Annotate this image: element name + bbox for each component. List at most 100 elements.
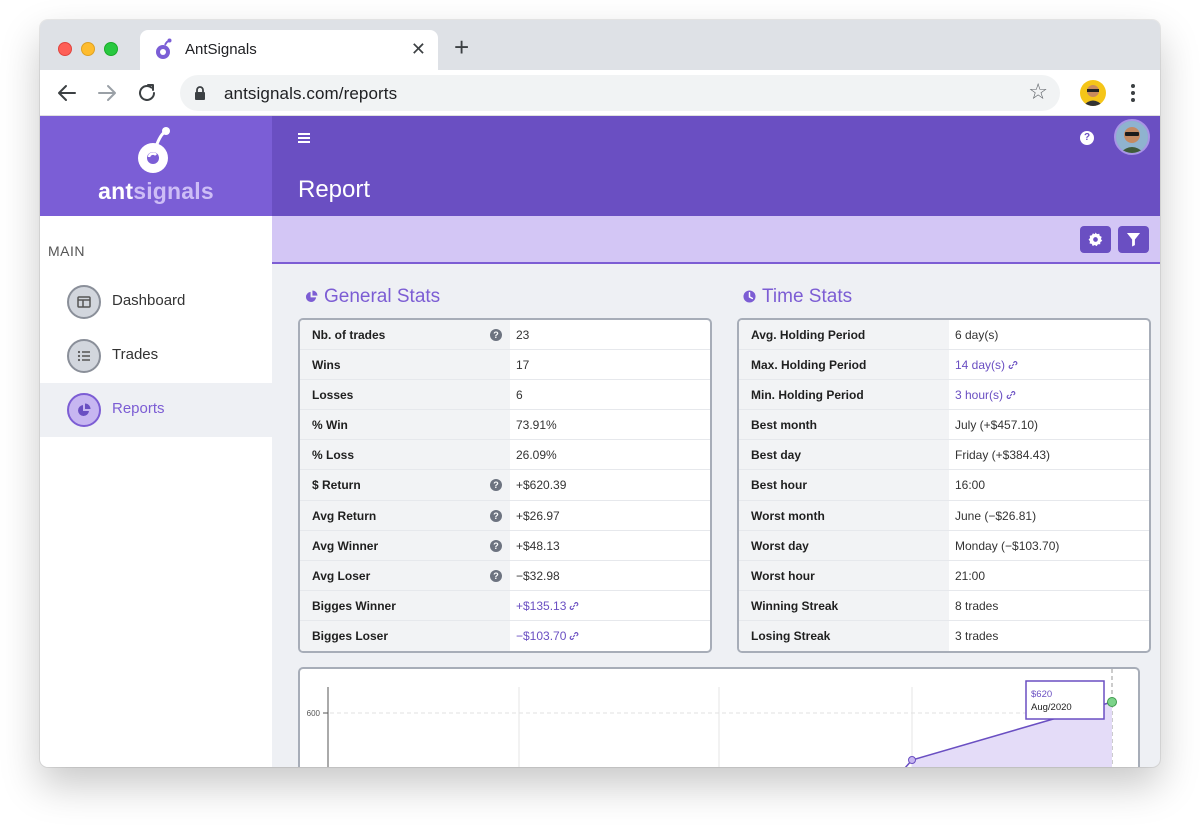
sidebar-item-reports[interactable]: Reports [40, 383, 272, 437]
browser-menu-icon[interactable] [1124, 82, 1142, 104]
filter-button[interactable] [1118, 226, 1149, 253]
stat-value[interactable]: 3 hour(s) [949, 380, 1149, 409]
brand-area[interactable]: antsignals [40, 116, 272, 216]
help-icon[interactable]: ? [490, 509, 502, 522]
stat-label: Avg Return? [300, 500, 510, 530]
tab-title: AntSignals [185, 41, 257, 58]
reload-icon[interactable] [134, 80, 160, 106]
stat-value[interactable]: −$103.70 [510, 621, 710, 651]
antsignals-logo-icon [138, 127, 170, 173]
stat-value: −$32.98 [510, 561, 710, 590]
stat-value: +$620.39 [510, 470, 710, 499]
browser-tab[interactable]: AntSignals ✕ [140, 30, 438, 70]
stat-label-text: Avg Winner [312, 538, 379, 553]
stat-value-text: 14 day(s) [955, 358, 1006, 373]
stat-value-text: +$48.13 [516, 538, 560, 553]
forward-arrow-icon[interactable] [94, 80, 120, 106]
stat-label: Winning Streak [739, 590, 949, 620]
stat-label-text: $ Return [312, 478, 361, 493]
table-row: Nb. of trades? 23 [300, 320, 710, 351]
sidebar-section-main: MAIN [48, 243, 85, 259]
stat-label-text: Wins [312, 358, 341, 373]
stat-value-text: 16:00 [955, 478, 986, 493]
table-row: Losses 6 [300, 380, 710, 411]
table-row: Best day Friday (+$384.43) [739, 440, 1149, 471]
stat-label: Avg Winner? [300, 530, 510, 560]
brand-name-part-1: ant [98, 178, 134, 204]
gear-icon [1088, 232, 1103, 247]
time-stats-table: Avg. Holding Period 6 day(s) Max. Holding … [737, 318, 1151, 653]
stat-value: 6 [510, 380, 710, 409]
general-stats-table: Nb. of trades? 23 Wins 17 Losses 6 % Win 73.91%… [298, 318, 712, 653]
stat-label: Worst hour [739, 560, 949, 590]
sidebar-item-trades[interactable]: Trades [40, 329, 272, 383]
user-avatar[interactable] [1114, 119, 1150, 155]
stat-value-text: 6 [516, 388, 523, 403]
table-row: Best month July (+$457.10) [739, 410, 1149, 441]
return-chart: 600 $620 Aug/2020 [298, 667, 1140, 767]
sidebar-item-label: Trades [112, 346, 159, 363]
table-row: Max. Holding Period 14 day(s) [739, 350, 1149, 381]
stat-value-text: +$135.13 [516, 598, 567, 613]
stat-label: Worst month [739, 500, 949, 530]
time-stats-title-text: Time Stats [762, 286, 853, 307]
stat-value-text: Monday (−$103.70) [955, 538, 1060, 553]
stat-value-text: 8 trades [955, 598, 999, 613]
stat-value: 6 day(s) [949, 320, 1149, 349]
sidebar-item-dashboard[interactable]: Dashboard [40, 275, 272, 329]
data-point[interactable] [908, 756, 916, 764]
stat-label: Wins [300, 350, 510, 380]
stat-value: 16:00 [949, 470, 1149, 499]
pie-chart-icon [305, 290, 318, 303]
new-tab-button[interactable]: + [454, 34, 469, 60]
browser-window: AntSignals ✕ + antsignals.com/reports ☆ [40, 20, 1160, 767]
help-icon[interactable]: ? [490, 569, 502, 582]
hamburger-menu-icon[interactable] [298, 133, 310, 143]
table-row: $ Return? +$620.39 [300, 470, 710, 501]
help-icon[interactable]: ? [1080, 131, 1094, 145]
stat-label-text: Avg Loser [312, 568, 371, 583]
close-window-button[interactable] [58, 42, 72, 56]
browser-toolbar: antsignals.com/reports ☆ [40, 70, 1160, 116]
general-stats-title: General Stats [305, 286, 440, 308]
address-bar[interactable]: antsignals.com/reports ☆ [180, 75, 1060, 111]
stat-value[interactable]: 14 day(s) [949, 350, 1149, 379]
stat-label-text: % Loss [312, 448, 355, 463]
browser-profile-avatar[interactable] [1080, 80, 1106, 106]
stat-label-text: Worst day [751, 538, 809, 553]
stat-value: 73.91% [510, 410, 710, 439]
link-icon [1006, 391, 1016, 400]
stat-value: 23 [510, 320, 710, 349]
table-row: % Win 73.91% [300, 410, 710, 441]
table-row: Worst hour 21:00 [739, 560, 1149, 591]
help-icon[interactable]: ? [490, 539, 502, 552]
stat-value-text: 73.91% [516, 418, 557, 433]
list-icon [67, 339, 101, 373]
stat-label: Avg. Holding Period [739, 320, 949, 350]
stat-value-text: 26.09% [516, 448, 557, 463]
stat-label-text: Worst month [751, 508, 825, 523]
table-row: Avg Loser? −$32.98 [300, 560, 710, 591]
stat-value[interactable]: +$135.13 [510, 591, 710, 620]
help-icon[interactable]: ? [490, 479, 502, 492]
minimize-window-button[interactable] [81, 42, 95, 56]
table-row: Worst day Monday (−$103.70) [739, 530, 1149, 561]
tab-close-icon[interactable]: ✕ [411, 39, 426, 59]
stat-value: 21:00 [949, 561, 1149, 590]
stat-value: Friday (+$384.43) [949, 440, 1149, 469]
stat-value-text: 17 [516, 358, 530, 373]
data-point-highlighted[interactable] [1107, 697, 1117, 707]
stat-label-text: % Win [312, 418, 348, 433]
stat-label-text: Best month [751, 418, 817, 433]
back-arrow-icon[interactable] [54, 80, 80, 106]
maximize-window-button[interactable] [104, 42, 118, 56]
table-row: Avg. Holding Period 6 day(s) [739, 320, 1149, 351]
stat-label-text: Bigges Winner [312, 598, 396, 613]
link-icon [570, 601, 579, 610]
stat-label-text: Max. Holding Period [751, 358, 867, 373]
settings-button[interactable] [1080, 226, 1111, 253]
pie-chart-icon [67, 393, 101, 427]
bookmark-star-icon[interactable]: ☆ [1028, 81, 1048, 103]
stat-value-text: Friday (+$384.43) [955, 448, 1051, 463]
help-icon[interactable]: ? [490, 329, 502, 341]
